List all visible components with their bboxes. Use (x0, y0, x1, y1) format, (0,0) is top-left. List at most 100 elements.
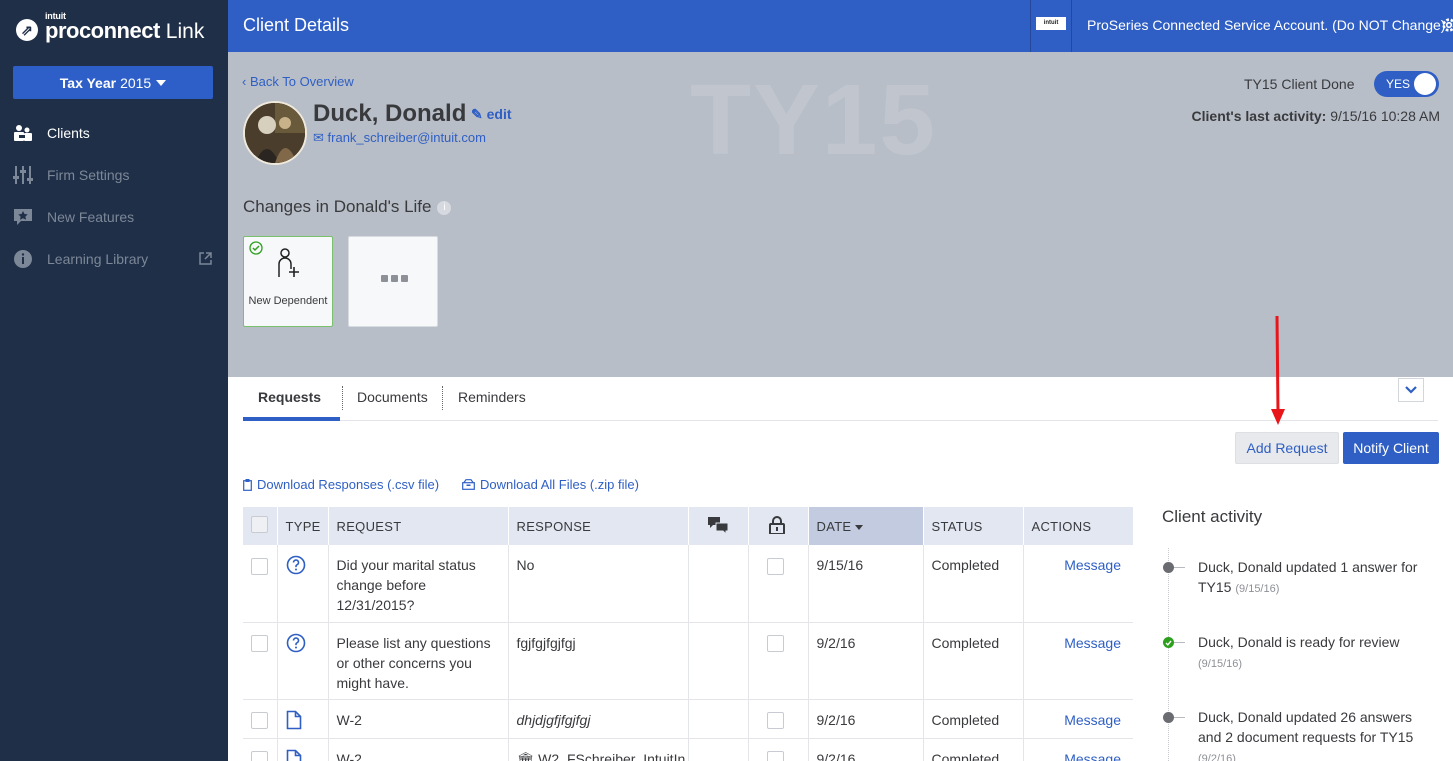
lock-checkbox[interactable] (766, 557, 784, 575)
tab-documents[interactable]: Documents (357, 389, 428, 405)
sidebar-item-clients[interactable]: Clients (0, 118, 228, 148)
message-link[interactable]: Message (1032, 633, 1126, 653)
last-activity-value: 9/15/16 10:28 AM (1330, 108, 1440, 124)
date-cell: 9/2/16 (808, 699, 924, 739)
account-name[interactable]: ProSeries Connected Service Account. (Do… (1087, 17, 1445, 33)
star-badge-icon (12, 208, 34, 226)
date-header[interactable]: DATE (808, 507, 924, 545)
lock-checkbox[interactable] (766, 635, 784, 653)
date-cell: 9/15/16 (808, 545, 924, 623)
last-activity: Client's last activity: 9/15/16 10:28 AM (1192, 108, 1440, 124)
info-icon[interactable]: i (437, 200, 452, 215)
caret-down-icon (156, 79, 167, 86)
back-to-overview-link[interactable]: ‹ Back To Overview (242, 74, 354, 89)
tab-bar: Requests Documents Reminders (243, 377, 1438, 421)
type-cell (277, 738, 329, 761)
tab-reminders[interactable]: Reminders (458, 389, 526, 405)
tab-separator (442, 386, 443, 410)
message-link[interactable]: Message (1032, 555, 1126, 575)
row-select-cell (243, 738, 278, 761)
row-checkbox[interactable] (251, 635, 268, 653)
tax-year-value: 2015 (120, 74, 152, 91)
add-request-button[interactable]: Add Request (1235, 432, 1339, 464)
logo-proconnect-text: proconnect (45, 18, 160, 43)
tab-requests[interactable]: Requests (258, 389, 321, 405)
table-row: Did your marital status change before 12… (243, 545, 1133, 623)
lock-checkbox[interactable] (766, 712, 784, 730)
activity-text: Duck, Donald updated 26 answers and 2 do… (1198, 709, 1414, 745)
archive-icon (462, 479, 475, 490)
activity-time: (9/2/16) (1198, 753, 1236, 761)
gear-icon[interactable] (1441, 16, 1453, 37)
download-responses-label: Download Responses (.csv file) (257, 477, 440, 492)
proconnect-logo[interactable]: ⇗ intuit proconnect Link (16, 11, 205, 48)
type-cell (277, 699, 329, 739)
sidebar-item-learning-library[interactable]: Learning Library (0, 244, 228, 274)
select-all-checkbox[interactable] (251, 516, 268, 533)
logo-link-text: Link (165, 20, 205, 43)
edit-client-link[interactable]: ✎ edit (471, 106, 512, 123)
message-link[interactable]: Message (1032, 710, 1126, 730)
row-checkbox[interactable] (251, 751, 268, 761)
sort-desc-icon (855, 524, 864, 530)
back-link-label: Back To Overview (249, 74, 354, 89)
download-responses-link[interactable]: Download Responses (.csv file) (243, 477, 439, 492)
table-row: W-2 dhjdjgfjfgjfgj 9/2/16 Completed Mess… (243, 699, 1133, 739)
activity-connector (1174, 642, 1185, 643)
actions-cell: Message (1023, 622, 1133, 700)
toggle-label: YES (1386, 77, 1411, 91)
status-header: STATUS (923, 507, 1024, 545)
activity-time: (9/15/16) (1198, 658, 1243, 670)
actions-cell: Message (1023, 545, 1133, 623)
client-email-link[interactable]: ✉ frank_schreiber@intuit.com (313, 130, 486, 146)
notify-client-button[interactable]: Notify Client (1343, 432, 1439, 464)
life-change-card-new-dependent[interactable]: New Dependent (243, 236, 333, 327)
row-select-cell (243, 545, 278, 623)
email-label: frank_schreiber@intuit.com (327, 130, 486, 145)
sidebar: ⇗ intuit proconnect Link Tax Year 2015 Cl… (0, 0, 228, 761)
request-cell: W-2 (328, 699, 509, 739)
lock-checkbox[interactable] (766, 751, 784, 761)
life-change-card-more[interactable] (348, 236, 438, 327)
topbar-divider (1030, 0, 1031, 52)
table-row: Please list any questions or other conce… (243, 622, 1133, 700)
sidebar-item-firm-settings[interactable]: Firm Settings (0, 160, 228, 190)
collapse-header-button[interactable] (1398, 378, 1424, 402)
sliders-icon (12, 165, 34, 185)
request-cell: Did your marital status change before 12… (328, 545, 509, 623)
add-person-icon (274, 247, 302, 282)
status-cell: Completed (923, 622, 1024, 700)
sidebar-item-new-features[interactable]: New Features (0, 202, 228, 232)
response-header: RESPONSE (508, 507, 689, 545)
last-activity-label: Client's last activity: (1191, 108, 1327, 124)
client-activity-title: Client activity (1162, 507, 1263, 526)
activity-connector (1174, 567, 1185, 568)
page-title: Client Details (243, 15, 350, 35)
tax-year-watermark: TY15 (690, 64, 938, 176)
lock-header (748, 507, 809, 545)
edit-label: edit (486, 106, 512, 122)
row-checkbox[interactable] (251, 557, 268, 575)
message-link[interactable]: Message (1032, 749, 1126, 761)
status-cell: Completed (923, 738, 1024, 761)
status-cell: Completed (923, 545, 1024, 623)
client-done-label: TY15 Client Done (1244, 76, 1355, 92)
lock-cell (748, 545, 809, 623)
messages-cell (688, 545, 749, 623)
request-cell: W-2 (328, 738, 509, 761)
intuit-logo-icon: ⇗ (16, 19, 38, 41)
response-file-link[interactable]: W2_FSchreiber_IntuitIn (538, 751, 685, 761)
info-icon (12, 249, 34, 269)
row-select-cell (243, 622, 278, 700)
download-all-files-link[interactable]: Download All Files (.zip file) (462, 477, 639, 492)
tax-year-dropdown[interactable]: Tax Year 2015 (13, 66, 213, 99)
client-name: Duck, Donald (313, 100, 467, 127)
table-row: W-2 🏛 W2_FSchreiber_IntuitIn 9/2/16 Comp… (243, 738, 1133, 761)
top-bar: Client Details intuit ProSeries Connecte… (228, 0, 1453, 52)
row-checkbox[interactable] (251, 712, 268, 730)
question-circle-icon (286, 555, 305, 575)
client-done-toggle[interactable]: YES (1374, 71, 1439, 97)
requests-table: TYPE REQUEST RESPONSE DATE STATUS ACTION… (243, 507, 1134, 761)
type-cell (277, 545, 329, 623)
response-file-cell[interactable]: 🏛 W2_FSchreiber_IntuitIn (508, 738, 689, 761)
